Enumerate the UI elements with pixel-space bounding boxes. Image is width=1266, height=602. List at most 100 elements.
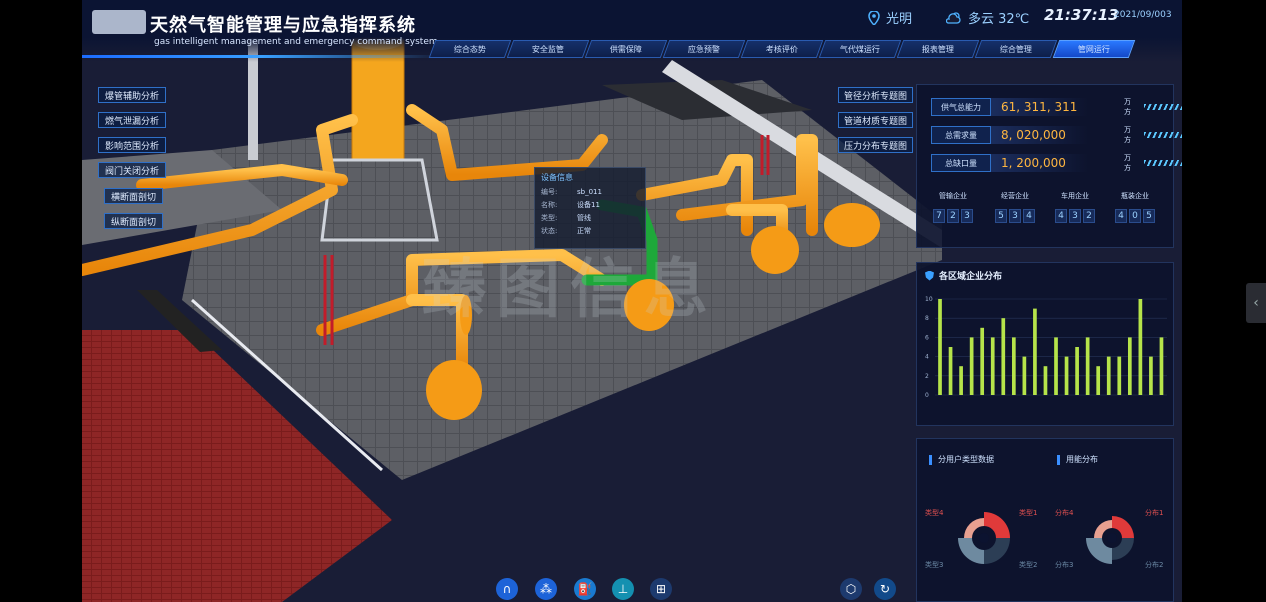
bar (1043, 366, 1048, 395)
tab-label: 综合管理 (1000, 44, 1032, 54)
bar (1033, 308, 1037, 395)
popup-key: 类型: (541, 214, 558, 222)
popup-key: 名称: (541, 201, 558, 209)
tab-label: 气代煤运行 (840, 44, 880, 54)
digit: 4 (1055, 209, 1067, 223)
enterprise-count: 432 (1047, 209, 1103, 223)
topic-label: 管道材质专题图 (844, 116, 908, 127)
shield-icon (925, 270, 934, 281)
enterprise-vehicle: 车用企业 432 (1047, 191, 1103, 223)
digit: 3 (1009, 209, 1021, 223)
donut-label: 分布1 (1145, 509, 1164, 517)
bar (1011, 337, 1016, 395)
menu-label: 爆管辅助分析 (105, 91, 160, 102)
location-text: 光明 (886, 12, 913, 27)
pipe-network-icon[interactable]: ∩ (496, 578, 518, 600)
menu-label: 横断面剖切 (111, 192, 157, 203)
tab-label: 管网运行 (1078, 44, 1110, 54)
tab-3[interactable]: 应急预警 (662, 40, 746, 58)
topic-pipe-material[interactable]: 管道材质专题图 (838, 112, 914, 128)
y-tick-label: 0 (925, 392, 929, 399)
popup-row: 状态: 正常 (541, 225, 639, 238)
bar (1127, 337, 1132, 395)
energy-dist-title: 用能分布 (1057, 454, 1098, 465)
digit: 5 (995, 209, 1007, 223)
enterprise-label: 瓶装企业 (1121, 192, 1149, 200)
weather-text: 多云 32℃ (968, 12, 1030, 27)
tab-4[interactable]: 考核评价 (740, 40, 824, 58)
left-letterbox (0, 0, 82, 602)
watermark: 臻图信息 (422, 253, 718, 327)
enterprise-label: 车用企业 (1061, 192, 1089, 200)
bar (969, 337, 974, 395)
tab-7[interactable]: 综合管理 (974, 40, 1058, 58)
y-tick-label: 10 (925, 296, 933, 303)
gas-station-icon[interactable]: ⛽ (574, 578, 596, 600)
donut-label: 类型4 (925, 509, 944, 517)
menu-leak-analysis[interactable]: 燃气泄漏分析 (98, 112, 167, 128)
logo (92, 10, 146, 34)
region-bar-chart: 0 2 4 6 8 10 (925, 296, 1167, 399)
digit: 7 (933, 209, 945, 223)
enterprise-count: 723 (925, 209, 981, 223)
panel-title-text: 各区域企业分布 (939, 272, 1003, 282)
digit: 0 (1129, 209, 1141, 223)
enterprise-label: 管输企业 (939, 192, 967, 200)
tab-5[interactable]: 气代煤运行 (818, 40, 902, 58)
clock-time: 21:37:13 (1044, 6, 1119, 24)
header-glow (82, 55, 442, 58)
menu-label: 燃气泄漏分析 (105, 116, 160, 127)
donut-label: 分布3 (1055, 561, 1074, 569)
user-type-title: 分用户类型数据 (929, 454, 994, 465)
tab-2[interactable]: 供需保障 (584, 40, 668, 58)
location-pin-icon (868, 10, 880, 25)
refresh-icon[interactable]: ↻ (874, 578, 896, 600)
valve-icon[interactable]: ⊥ (612, 578, 634, 600)
energy-dist-title-text: 用能分布 (1066, 455, 1098, 464)
enterprise-label: 经营企业 (1001, 192, 1029, 200)
model-icon[interactable]: ⬡ (840, 578, 862, 600)
popup-value: 正常 (577, 227, 591, 235)
bar (1085, 337, 1090, 395)
menu-valve-analysis[interactable]: 阀门关闭分析 (98, 162, 167, 178)
stat-total-gap: 总缺口量 1, 200,000 万方 (931, 153, 1182, 173)
menu-label: 阀门关闭分析 (105, 166, 160, 177)
grid-icon[interactable]: ⊞ (650, 578, 672, 600)
enterprise-bottled: 瓶装企业 405 (1107, 191, 1163, 223)
menu-impact-analysis[interactable]: 影响范围分析 (98, 137, 167, 153)
digit: 2 (947, 209, 959, 223)
tab-label: 应急预警 (688, 44, 720, 54)
tab-label: 考核评价 (766, 44, 798, 54)
bar (948, 347, 953, 395)
stat-bars (1143, 104, 1182, 110)
bar (990, 337, 995, 395)
tab-6[interactable]: 报表管理 (896, 40, 980, 58)
bar (1138, 299, 1143, 395)
menu-cross-section[interactable]: 横断面剖切 (104, 188, 164, 204)
bar (1022, 356, 1027, 395)
digit: 4 (1023, 209, 1035, 223)
clock-date: 2021/09/003 (1114, 10, 1172, 20)
tab-0[interactable]: 综合态势 (428, 40, 512, 58)
tab-8[interactable]: 管网运行 (1052, 40, 1136, 58)
menu-longitudinal-section[interactable]: 纵断面剖切 (104, 213, 164, 229)
popup-row: 编号: sb_011 (541, 186, 639, 199)
stat-bars (1143, 132, 1182, 138)
digit: 2 (1083, 209, 1095, 223)
topic-pressure[interactable]: 压力分布专题图 (838, 137, 914, 153)
bar (980, 327, 985, 395)
donut-label: 分布2 (1145, 561, 1164, 569)
region-chart-panel: 各区域企业分布 0 2 4 6 8 10 (916, 262, 1174, 426)
chevron-left-icon[interactable]: ‹ (1246, 283, 1266, 323)
topology-icon[interactable]: ⁂ (535, 578, 557, 600)
tab-1[interactable]: 安全监管 (506, 40, 590, 58)
weather-indicator: 多云 32℃ (946, 8, 1029, 27)
supply-panel: 供气总能力 61, 311, 311 万方 总需求量 8, 020,000 万方… (916, 84, 1182, 248)
panel-title: 各区域企业分布 (925, 269, 1002, 282)
topic-pipe-diameter[interactable]: 管径分析专题图 (838, 87, 914, 103)
tab-label: 综合态势 (454, 44, 486, 54)
tab-label: 供需保障 (610, 44, 642, 54)
popup-title: 设备信息 (541, 173, 573, 182)
menu-burst-analysis[interactable]: 爆管辅助分析 (98, 87, 167, 103)
topic-label: 压力分布专题图 (844, 141, 908, 152)
